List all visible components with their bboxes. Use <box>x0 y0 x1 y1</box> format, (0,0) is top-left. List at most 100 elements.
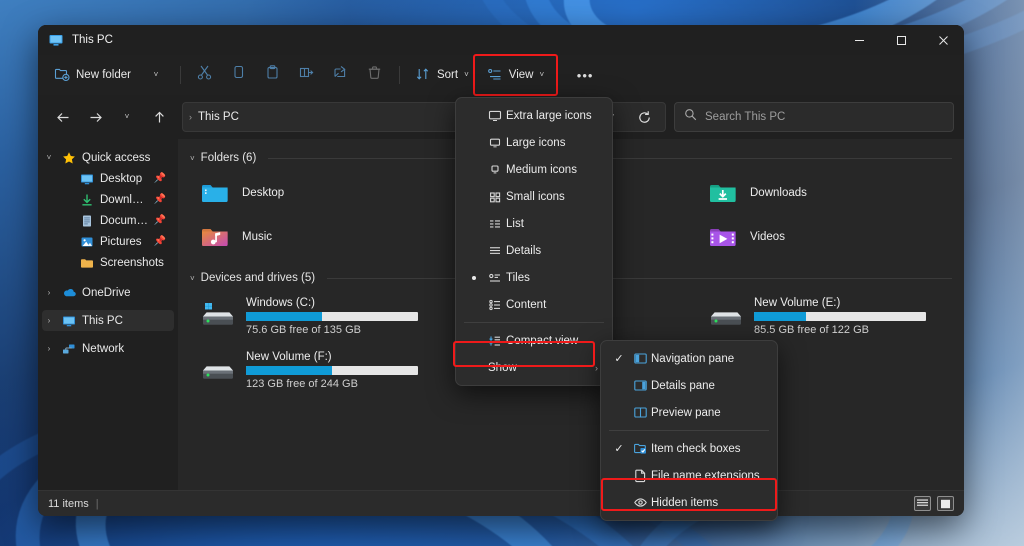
paste-icon <box>264 64 281 86</box>
menu-item-preview-pane[interactable]: Preview pane <box>605 399 773 426</box>
menu-item-navigation-pane[interactable]: ✓ Navigation pane <box>605 345 773 372</box>
sidebar-item-pictures[interactable]: Pictures 📌 <box>42 231 174 252</box>
minimize-button[interactable] <box>838 25 880 55</box>
sort-button[interactable]: Sort ˅ <box>407 60 477 90</box>
menu-item-compact-view[interactable]: Compact view <box>460 327 608 354</box>
details-view-toggle[interactable] <box>914 496 931 511</box>
sidebar-item-network[interactable]: › Network <box>42 338 174 359</box>
sidebar-item-downloads[interactable]: Downloads 📌 <box>42 189 174 210</box>
paste-button[interactable] <box>256 60 290 90</box>
chevron-right-icon[interactable]: › <box>42 344 56 353</box>
refresh-button[interactable] <box>629 102 659 132</box>
drive-info: New Volume (E:) 85.5 GB free of 122 GB <box>754 295 926 336</box>
menu-item-file-name-extensions[interactable]: File name extensions <box>605 462 773 489</box>
rename-icon <box>298 64 315 86</box>
menu-item-details-pane[interactable]: Details pane <box>605 372 773 399</box>
menu-item-small-icons[interactable]: Small icons <box>460 183 608 210</box>
recent-locations-button[interactable]: ˅ <box>112 102 142 132</box>
menu-item-details[interactable]: Details <box>460 237 608 264</box>
share-icon <box>332 64 349 86</box>
back-button[interactable] <box>48 102 78 132</box>
folder-name: Music <box>242 231 272 243</box>
sidebar-item-quick-access[interactable]: ˅ Quick access <box>42 147 174 168</box>
search-placeholder: Search This PC <box>705 111 785 123</box>
sidebar-item-label: Desktop <box>100 173 142 185</box>
sidebar-item-this-pc[interactable]: › This PC <box>42 310 174 331</box>
sort-label: Sort <box>437 69 458 81</box>
menu-item-label: Show <box>488 362 517 374</box>
folder-tile[interactable]: Music <box>190 215 444 259</box>
folder-tile[interactable]: Videos <box>698 215 952 259</box>
search-input[interactable]: Search This PC <box>674 102 954 132</box>
preview-pane-icon <box>629 405 651 420</box>
new-folder-button[interactable]: New folder <box>46 60 139 90</box>
menu-item-large-icons[interactable]: Large icons <box>460 129 608 156</box>
folder-name: Desktop <box>242 187 284 199</box>
menu-item-tiles[interactable]: Tiles <box>460 264 608 291</box>
pin-icon[interactable]: 📌 <box>154 194 166 205</box>
cut-button[interactable] <box>188 60 222 90</box>
maximize-button[interactable] <box>880 25 922 55</box>
sidebar-item-desktop[interactable]: Desktop 📌 <box>42 168 174 189</box>
pin-icon[interactable]: 📌 <box>154 215 166 226</box>
close-button[interactable] <box>922 25 964 55</box>
menu-item-list[interactable]: List <box>460 210 608 237</box>
menu-item-label: List <box>506 218 524 230</box>
menu-item-item-check-boxes[interactable]: ✓ Item check boxes <box>605 435 773 462</box>
up-button[interactable] <box>144 102 174 132</box>
chevron-down-icon[interactable]: ˅ <box>42 153 56 162</box>
window-controls <box>838 25 964 55</box>
sidebar-item-screenshots[interactable]: Screenshots <box>42 252 174 273</box>
videos-folder-icon <box>706 222 740 252</box>
network-icon <box>61 342 77 356</box>
view-icon <box>487 66 503 85</box>
content-icon <box>484 298 506 312</box>
copy-icon <box>230 64 247 86</box>
chevron-down-icon[interactable]: ˅ <box>190 154 195 163</box>
sidebar-item-documents[interactable]: Documents 📌 <box>42 210 174 231</box>
menu-item-hidden-items[interactable]: Hidden items <box>605 489 773 516</box>
drive-icon <box>706 301 746 337</box>
see-more-button[interactable]: ••• <box>568 60 602 90</box>
this-pc-icon <box>61 314 77 328</box>
menu-item-label: Content <box>506 299 546 311</box>
sidebar-item-label: Screenshots <box>100 257 164 269</box>
details-pane-icon <box>629 378 651 393</box>
chevron-down-icon: ˅ <box>464 71 469 79</box>
folder-tile[interactable]: Downloads <box>698 171 952 215</box>
chevron-right-icon[interactable]: › <box>42 316 56 325</box>
menu-item-show[interactable]: Show › <box>460 354 608 381</box>
delete-button[interactable] <box>358 60 392 90</box>
copy-button[interactable] <box>222 60 256 90</box>
menu-item-medium-icons[interactable]: Medium icons <box>460 156 608 183</box>
menu-item-extra-large-icons[interactable]: Extra large icons <box>460 102 608 129</box>
view-label: View <box>509 69 534 81</box>
new-folder-dropdown[interactable]: ˅ <box>139 60 173 90</box>
view-button[interactable]: View ˅ <box>477 60 554 90</box>
forward-button[interactable] <box>80 102 110 132</box>
list-icon <box>484 217 506 231</box>
drive-capacity-bar <box>246 366 418 375</box>
breadcrumb[interactable]: › This PC <box>189 111 239 123</box>
compact-view-icon <box>484 334 506 348</box>
star-icon <box>61 151 77 165</box>
drive-tile[interactable]: New Volume (F:) 123 GB free of 244 GB <box>190 345 444 395</box>
share-button[interactable] <box>324 60 358 90</box>
folder-tile[interactable]: Desktop <box>190 171 444 215</box>
drive-tile[interactable]: New Volume (E:) 85.5 GB free of 122 GB <box>698 291 952 341</box>
menu-item-label: Details pane <box>651 380 715 392</box>
drive-capacity-bar <box>754 312 926 321</box>
sidebar-item-onedrive[interactable]: › OneDrive <box>42 282 174 303</box>
chevron-right-icon[interactable]: › <box>42 288 56 297</box>
large-icons-view-toggle[interactable] <box>937 496 954 511</box>
pin-icon[interactable]: 📌 <box>154 236 166 247</box>
new-folder-icon <box>54 66 70 85</box>
small-icons-icon <box>484 190 506 204</box>
drive-tile[interactable]: Windows (C:) 75.6 GB free of 135 GB <box>190 291 444 341</box>
chevron-down-icon[interactable]: ˅ <box>190 274 195 283</box>
cut-icon <box>196 64 213 86</box>
chevron-down-icon: ˅ <box>154 71 159 79</box>
pin-icon[interactable]: 📌 <box>154 173 166 184</box>
menu-item-content[interactable]: Content <box>460 291 608 318</box>
rename-button[interactable] <box>290 60 324 90</box>
